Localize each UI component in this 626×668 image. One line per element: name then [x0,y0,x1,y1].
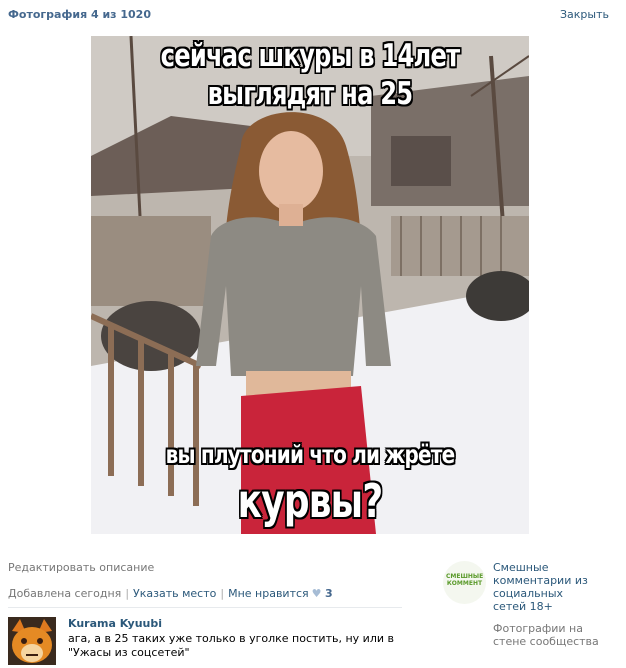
edit-description-link[interactable]: Редактировать описание [8,561,154,574]
photo-viewer-image[interactable]: сейчас шкуры в 14лет выглядят на 25 вы п… [91,36,529,534]
heart-icon: ♥ [311,587,322,600]
comment-author-link[interactable]: Kurama Kyuubi [68,617,162,630]
meme-caption-bottom-1: вы плутоний что ли жрёте [165,440,456,469]
set-place-link[interactable]: Указать место [133,587,216,600]
divider [8,607,402,608]
photo-header-title: Фотография 4 из 1020 [8,8,151,21]
album-avatar[interactable]: СМЕШНЫЕ КОММЕНТ [443,561,486,604]
album-title-link[interactable]: Смешные комментарии из социальных сетей … [493,561,593,613]
meme-caption-top-2: выглядят на 25 [207,76,413,112]
added-date: Добавлена сегодня [8,587,122,600]
comment-text: ага, а в 25 таких уже только в уголке по… [68,632,394,659]
avatar[interactable] [8,617,56,665]
separator: | [125,587,130,600]
album-subtitle: Фотографии на стене сообщества [493,622,599,648]
separator: | [220,587,225,600]
meme-caption-bottom-2: курвы? [237,474,383,528]
like-label: Мне нравится [228,587,309,600]
album-avatar-text: СМЕШНЫЕ КОММЕНТ [446,573,484,587]
photo-meta-row: Добавлена сегодня | Указать место | Мне нрав… [8,587,333,600]
close-link[interactable]: Закрыть [560,8,609,21]
like-count: 3 [325,587,333,600]
like-button[interactable]: Мне нравится ♥ 3 [228,587,333,600]
meme-caption-top-1: сейчас шкуры в 14лет [160,38,460,74]
fox-avatar-icon [8,617,56,665]
